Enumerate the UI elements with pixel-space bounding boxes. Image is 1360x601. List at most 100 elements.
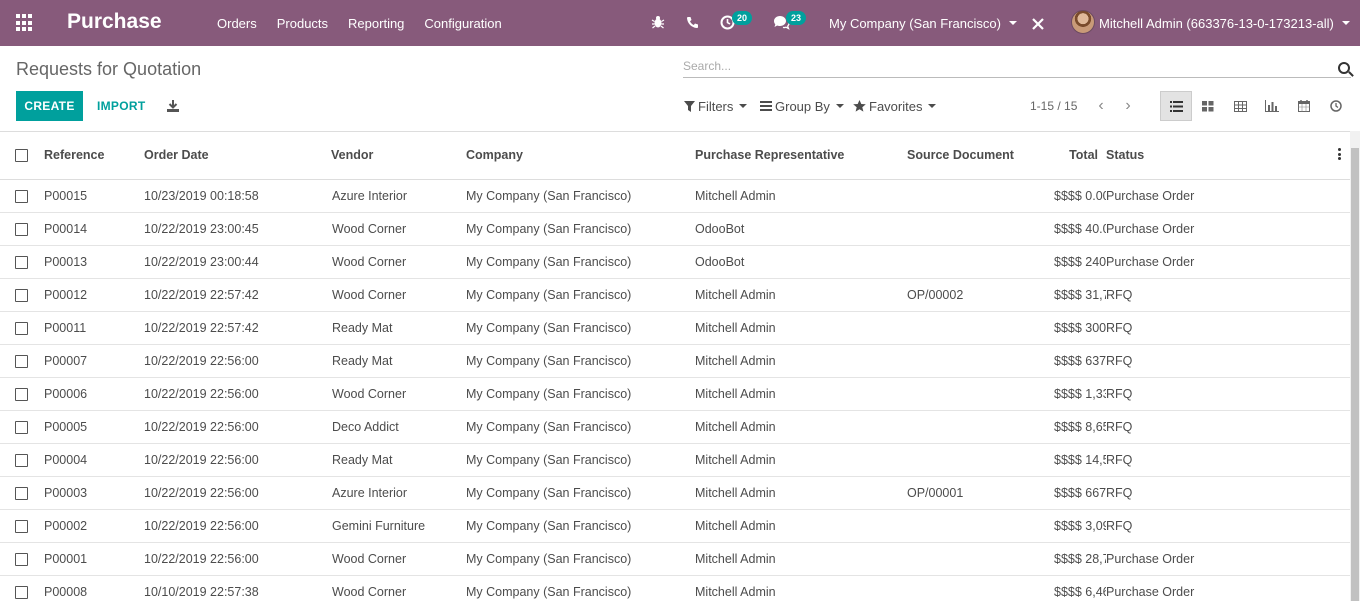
cell-order-date: 10/22/2019 23:00:44 [144, 245, 331, 279]
row-checkbox[interactable] [15, 222, 28, 236]
pager-value[interactable]: 1-15 / 15 [1030, 99, 1077, 113]
pivot-view-icon[interactable] [1224, 91, 1256, 121]
column-source-document[interactable]: Source Document [907, 132, 1054, 180]
cell-company: My Company (San Francisco) [466, 575, 695, 601]
table-row[interactable]: P00007 10/22/2019 22:56:00 Ready Mat My Com… [0, 344, 1350, 378]
search-input[interactable] [683, 56, 1323, 76]
menu-orders[interactable]: Orders [207, 16, 267, 31]
cell-source-document: OP/00002 [907, 278, 1054, 312]
main-menu: Orders Products Reporting Configuration [207, 0, 512, 46]
column-total[interactable]: Total [1054, 132, 1106, 180]
table-row[interactable]: P00008 10/10/2019 22:57:38 Wood Corner My C… [0, 575, 1350, 601]
row-checkbox[interactable] [15, 387, 28, 401]
column-company[interactable]: Company [466, 132, 695, 180]
tools-icon[interactable] [1031, 17, 1045, 31]
table-row[interactable]: P00012 10/22/2019 22:57:42 Wood Corner My C… [0, 278, 1350, 312]
kanban-view-icon[interactable] [1192, 91, 1224, 121]
chevron-down-icon [739, 104, 748, 108]
row-checkbox[interactable] [15, 585, 28, 599]
table-row[interactable]: P00002 10/22/2019 22:56:00 Gemini Furnitur… [0, 509, 1350, 543]
row-checkbox[interactable] [15, 552, 28, 566]
cell-reference: P00001 [44, 542, 144, 576]
cell-vendor: Wood Corner [331, 245, 466, 279]
row-checkbox[interactable] [15, 189, 28, 203]
vertical-scrollbar[interactable] [1350, 131, 1360, 601]
apps-menu-icon[interactable] [16, 14, 34, 32]
cell-source-document [907, 179, 1054, 213]
user-menu[interactable]: Mitchell Admin (663376-13-0-173213-all) [1099, 0, 1350, 46]
table-row[interactable]: P00005 10/22/2019 22:56:00 Deco Addict My C… [0, 410, 1350, 444]
graph-view-icon[interactable] [1256, 91, 1288, 121]
pager-next-icon[interactable]: › [1121, 97, 1135, 115]
table-row[interactable]: P00003 10/22/2019 22:56:00 Azure Interior M… [0, 476, 1350, 510]
menu-reporting[interactable]: Reporting [338, 16, 414, 31]
cell-order-date: 10/22/2019 22:56:00 [144, 443, 331, 477]
row-checkbox[interactable] [15, 321, 28, 335]
scrollbar-thumb[interactable] [1351, 148, 1359, 601]
cell-reference: P00003 [44, 476, 144, 510]
cell-vendor: Wood Corner [331, 212, 466, 246]
table-row[interactable]: P00015 10/23/2019 00:18:58 Azure Interior M… [0, 179, 1350, 213]
column-order-date[interactable]: Order Date [144, 132, 331, 180]
star-icon [853, 100, 866, 112]
cell-purchase-representative: Mitchell Admin [695, 443, 907, 477]
cell-total: $$$$ 40.00 [1054, 212, 1106, 246]
filter-icon [684, 100, 695, 112]
avatar[interactable] [1071, 10, 1095, 34]
cell-purchase-representative: Mitchell Admin [695, 278, 907, 312]
row-checkbox[interactable] [15, 288, 28, 302]
cell-source-document [907, 311, 1054, 345]
column-status[interactable]: Status [1106, 132, 1350, 180]
cell-order-date: 10/22/2019 22:56:00 [144, 377, 331, 411]
activity-count-badge: 20 [732, 11, 753, 25]
cell-vendor: Wood Corner [331, 278, 466, 312]
app-brand[interactable]: Purchase [67, 10, 162, 34]
column-vendor[interactable]: Vendor [331, 132, 466, 180]
pager-previous-icon[interactable]: ‹ [1094, 97, 1108, 115]
download-icon[interactable] [165, 98, 181, 114]
search-icon[interactable] [1338, 62, 1350, 74]
groupby-dropdown[interactable]: Group By [760, 98, 844, 114]
cell-reference: P00008 [44, 575, 144, 601]
cell-vendor: Ready Mat [331, 311, 466, 345]
menu-products[interactable]: Products [267, 16, 338, 31]
table-row[interactable]: P00011 10/22/2019 22:57:42 Ready Mat My Com… [0, 311, 1350, 345]
activity-view-icon[interactable] [1320, 91, 1352, 121]
cell-order-date: 10/22/2019 23:00:45 [144, 212, 331, 246]
cell-vendor: Gemini Furniture [331, 509, 466, 543]
filters-dropdown[interactable]: Filters [684, 98, 748, 114]
cell-order-date: 10/10/2019 22:57:38 [144, 575, 331, 601]
import-button[interactable]: IMPORT [91, 91, 151, 121]
cell-status: RFQ [1106, 476, 1350, 510]
cell-company: My Company (San Francisco) [466, 278, 695, 312]
row-checkbox[interactable] [15, 354, 28, 368]
company-switcher[interactable]: My Company (San Francisco) [829, 0, 1017, 46]
favorites-dropdown[interactable]: Favorites [853, 98, 937, 114]
table-row[interactable]: P00001 10/22/2019 22:56:00 Wood Corner My C… [0, 542, 1350, 576]
table-row[interactable]: P00013 10/22/2019 23:00:44 Wood Corner My C… [0, 245, 1350, 279]
row-checkbox[interactable] [15, 255, 28, 269]
cell-total: $$$$ 0.00 [1054, 179, 1106, 213]
table-row[interactable]: P00004 10/22/2019 22:56:00 Ready Mat My Com… [0, 443, 1350, 477]
row-checkbox[interactable] [15, 519, 28, 533]
filters-label: Filters [698, 98, 734, 114]
row-checkbox[interactable] [15, 453, 28, 467]
phone-icon[interactable] [686, 16, 699, 29]
optional-columns-icon[interactable] [1338, 148, 1341, 160]
column-purchase-representative[interactable]: Purchase Representative [695, 132, 907, 180]
cell-total: $$$$ 14,563.00 [1054, 443, 1106, 477]
table-row[interactable]: P00014 10/22/2019 23:00:45 Wood Corner My C… [0, 212, 1350, 246]
create-button[interactable]: CREATE [16, 91, 83, 121]
column-reference[interactable]: Reference [44, 132, 144, 180]
row-checkbox[interactable] [15, 420, 28, 434]
cell-order-date: 10/23/2019 00:18:58 [144, 179, 331, 213]
list-view-icon[interactable] [1160, 91, 1192, 121]
select-all-checkbox[interactable] [15, 149, 28, 163]
table-row[interactable]: P00006 10/22/2019 22:56:00 Wood Corner My C… [0, 377, 1350, 411]
menu-configuration[interactable]: Configuration [414, 16, 511, 31]
cell-purchase-representative: OdooBot [695, 212, 907, 246]
row-checkbox[interactable] [15, 486, 28, 500]
bug-icon[interactable] [651, 15, 665, 29]
cell-purchase-representative: Mitchell Admin [695, 509, 907, 543]
calendar-view-icon[interactable] [1288, 91, 1320, 121]
